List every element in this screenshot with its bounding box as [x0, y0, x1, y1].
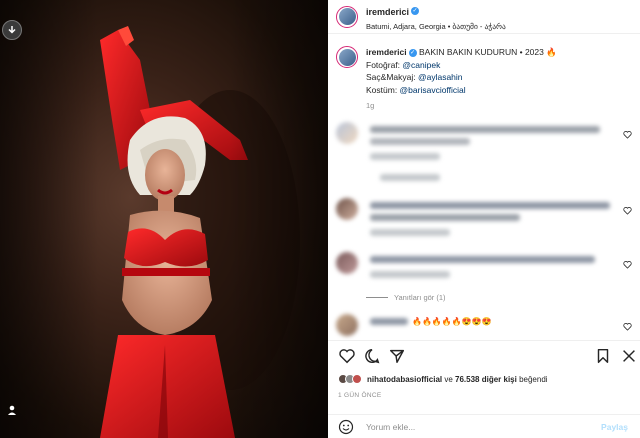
- verified-icon: ✓: [408, 48, 417, 57]
- verified-icon: ✓: [411, 6, 420, 15]
- post-details-panel: iremderici ✓ Batumi, Adjara, Georgia • ბა…: [328, 0, 640, 438]
- caption-username[interactable]: iremderici: [366, 47, 407, 57]
- photo-vignette: [0, 0, 328, 438]
- costume-credit-link[interactable]: @barisavciofficial: [400, 85, 466, 95]
- comment-avatar[interactable]: [336, 198, 358, 220]
- comment-avatar[interactable]: [336, 314, 358, 336]
- caption-time: 1g: [366, 101, 375, 110]
- liker-username[interactable]: nihatodabasiofficial: [367, 375, 442, 384]
- likes-suffix: beğendi: [516, 374, 548, 384]
- comment-text-blurred: [370, 138, 470, 145]
- post-location[interactable]: Batumi, Adjara, Georgia • ბათუმი - აჭარა: [366, 22, 506, 31]
- comment-avatar[interactable]: [336, 252, 358, 274]
- comment-input[interactable]: Yorum ekle...: [366, 422, 601, 432]
- heart-icon[interactable]: [338, 347, 356, 365]
- hair-credit-label: Saç&Makyaj:: [366, 72, 418, 82]
- avatar[interactable]: [336, 5, 358, 28]
- share-icon[interactable]: [388, 347, 406, 365]
- comment-text-blurred: [370, 126, 600, 133]
- bookmark-icon[interactable]: [594, 347, 612, 365]
- comment-meta-blurred: [370, 153, 440, 160]
- comment-box: Yorum ekle... Paylaş: [328, 414, 640, 438]
- emoji-icon[interactable]: [338, 419, 354, 435]
- download-button[interactable]: [2, 20, 22, 40]
- likes-connector: ve: [442, 374, 456, 384]
- photo-credit-link[interactable]: @canipek: [402, 60, 440, 70]
- post-username[interactable]: iremderici: [366, 7, 409, 17]
- comment-item: [336, 252, 634, 278]
- post-comment-button[interactable]: Paylaş: [601, 422, 628, 432]
- comment-text-blurred: [370, 214, 520, 221]
- likes-summary: nihatodabasiofficial ve 76.538 diğer kiş…: [338, 374, 548, 384]
- view-replies-label: Yanıtları gör (1): [394, 293, 446, 302]
- more-icon[interactable]: [620, 347, 638, 365]
- comment-item: 🔥🔥🔥🔥🔥😍😍😍: [336, 314, 634, 336]
- liker-avatar: [352, 374, 362, 384]
- heart-icon[interactable]: [623, 322, 632, 331]
- caption-avatar[interactable]: [336, 46, 358, 68]
- post-caption: iremderici ✓ BAKIN BAKIN KUDURUN • 2023 🔥…: [336, 46, 632, 113]
- post-date: 1 GÜN ÖNCE: [338, 392, 382, 399]
- post-photo[interactable]: [0, 0, 328, 438]
- likes-count[interactable]: 76.538 diğer kişi: [455, 375, 517, 384]
- user-tag-icon[interactable]: [6, 404, 18, 416]
- comment-username-blurred: [370, 318, 408, 325]
- caption-title: BAKIN BAKIN KUDURUN • 2023 🔥: [419, 47, 557, 57]
- view-replies-button[interactable]: Yanıtları gör (1): [366, 293, 446, 302]
- download-icon: [8, 26, 16, 34]
- instagram-post-view: iremderici ✓ Batumi, Adjara, Georgia • ბა…: [0, 0, 640, 438]
- comment-emoji-text: 🔥🔥🔥🔥🔥😍😍😍: [412, 317, 492, 326]
- comment-avatar[interactable]: [336, 122, 358, 144]
- comment-replies-blurred: [380, 174, 440, 181]
- heart-icon[interactable]: [623, 130, 632, 139]
- post-header: iremderici ✓ Batumi, Adjara, Georgia • ბა…: [328, 0, 640, 34]
- comment-meta-blurred: [370, 271, 450, 278]
- comment-item: [336, 198, 634, 236]
- comment-text-blurred: [370, 202, 610, 209]
- photo-credit-label: Fotoğraf:: [366, 59, 403, 70]
- heart-icon[interactable]: [623, 206, 632, 215]
- comment-item: [336, 122, 634, 181]
- comment-meta-blurred: [370, 229, 450, 236]
- action-bar: [328, 340, 640, 370]
- comment-icon[interactable]: [363, 347, 381, 365]
- comment-text-blurred: [370, 256, 595, 263]
- costume-credit-label: Kostüm:: [366, 84, 400, 95]
- heart-icon[interactable]: [623, 260, 632, 269]
- hair-credit-link[interactable]: @aylasahin: [418, 72, 463, 82]
